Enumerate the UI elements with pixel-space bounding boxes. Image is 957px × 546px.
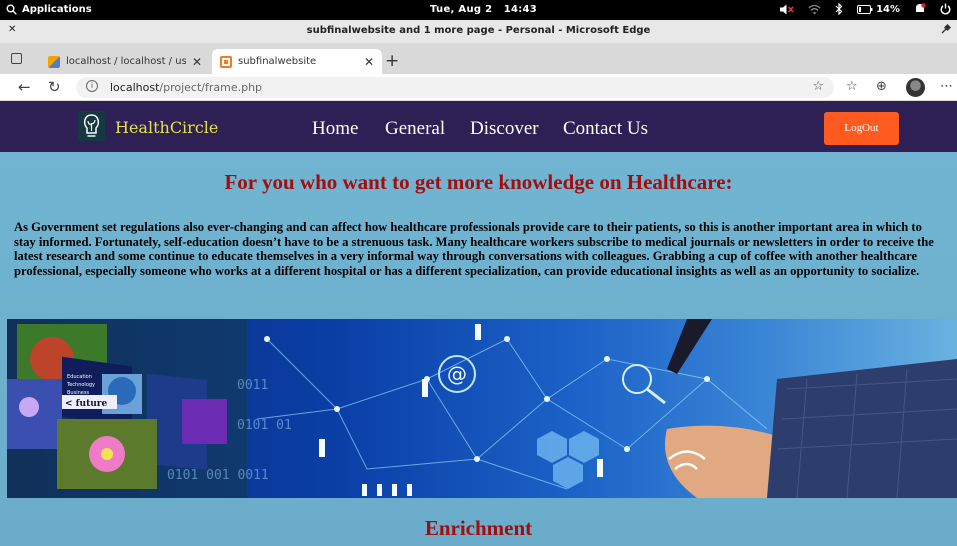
back-arrow-icon[interactable]: ← (18, 78, 31, 96)
tab-actions-icon[interactable] (11, 53, 22, 64)
knowledge-paragraph: As Government set regulations also ever-… (14, 220, 934, 278)
svg-text:0011: 0011 (237, 378, 268, 393)
svg-text:@: @ (447, 362, 467, 386)
svg-text:0101 01: 0101 01 (237, 418, 292, 433)
banner-word-future: < future (65, 399, 108, 409)
window-title: subfinalwebsite and 1 more page - Person… (306, 25, 651, 36)
tab-label: subfinalwebsite (238, 56, 317, 67)
system-clock[interactable]: Tue, Aug 2 14:43 (430, 4, 537, 15)
tab-phpmyadmin[interactable]: localhost / localhost / user_db / ✕ (40, 49, 210, 74)
enrichment-heading: Enrichment (424, 516, 533, 540)
healthcircle-logo-icon[interactable] (78, 111, 105, 141)
nav-link-contact-us[interactable]: Contact Us (563, 118, 648, 140)
bluetooth-icon[interactable] (835, 3, 843, 15)
applications-label: Applications (22, 4, 92, 15)
collections-icon[interactable]: ⊕ (876, 79, 887, 94)
tab-close-icon[interactable]: ✕ (192, 55, 202, 69)
wifi-icon[interactable] (808, 4, 821, 15)
new-tab-icon[interactable]: + (385, 51, 399, 71)
nav-link-home[interactable]: Home (312, 118, 358, 140)
address-bar[interactable]: i localhost/project/frame.php ☆ (76, 77, 834, 98)
pin-icon[interactable] (941, 23, 952, 37)
volume-muted-icon[interactable] (780, 4, 794, 15)
url-host: localhost (110, 81, 160, 94)
notification-icon[interactable] (914, 3, 926, 15)
site-favicon-icon (220, 55, 232, 68)
nav-link-general[interactable]: General (385, 118, 445, 140)
site-brand[interactable]: HealthCircle (115, 118, 218, 137)
system-tray: 14% (780, 3, 951, 15)
url-path: /project/frame.php (159, 81, 263, 94)
tab-label: localhost / localhost / user_db / (66, 56, 186, 67)
power-icon[interactable] (940, 3, 951, 15)
more-menu-icon[interactable]: ⋯ (940, 79, 953, 94)
battery-icon (857, 4, 873, 14)
svg-text:0101 001 0011: 0101 001 0011 (167, 468, 269, 483)
site-info-icon[interactable]: i (86, 80, 98, 92)
applications-menu[interactable]: Applications (6, 4, 92, 15)
logout-button[interactable]: LogOut (824, 112, 899, 145)
profile-avatar[interactable] (906, 78, 925, 97)
tab-close-icon[interactable]: ✕ (364, 55, 374, 69)
page-content: For you who want to get more knowledge o… (0, 152, 957, 546)
add-favorite-icon[interactable]: ☆ (812, 79, 824, 94)
banner-illustration: @ Education Technology Business < future… (7, 319, 957, 498)
site-navbar: HealthCircle Home General Discover Conta… (0, 101, 957, 152)
search-icon (6, 4, 17, 15)
banner-word-education: Education (67, 374, 92, 380)
nav-link-discover[interactable]: Discover (470, 118, 539, 140)
healthcare-technology-banner: @ Education Technology Business < future… (7, 319, 957, 498)
window-title-bar: ✕ subfinalwebsite and 1 more page - Pers… (0, 20, 957, 43)
refresh-icon[interactable]: ↻ (48, 78, 61, 96)
phpmyadmin-favicon-icon (48, 55, 60, 68)
browser-toolbar: ← ↻ i localhost/project/frame.php ☆ ☆ ⊕ … (0, 74, 957, 101)
system-top-bar: Applications Tue, Aug 2 14:43 14% (0, 0, 957, 20)
tab-subfinalwebsite[interactable]: subfinalwebsite ✕ (212, 49, 382, 74)
tab-strip: localhost / localhost / user_db / ✕ subf… (0, 43, 957, 74)
knowledge-headline: For you who want to get more knowledge o… (224, 170, 733, 194)
battery-indicator[interactable]: 14% (857, 4, 900, 15)
address-url: localhost/project/frame.php (110, 81, 262, 94)
battery-percent: 14% (876, 3, 900, 15)
banner-word-technology: Technology (66, 382, 95, 388)
favorites-icon[interactable]: ☆ (846, 79, 858, 94)
